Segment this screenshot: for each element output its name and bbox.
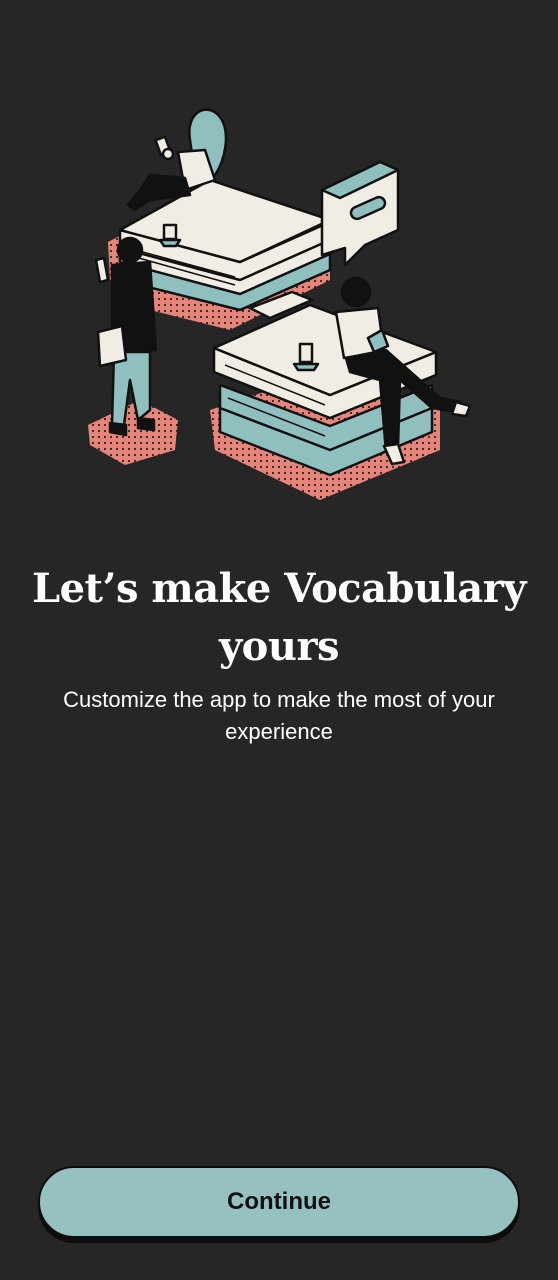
continue-button[interactable]: Continue [38, 1166, 520, 1238]
page-title: Let’s make Vocabulary yours [31, 565, 527, 670]
people-reading-on-books-illustration [88, 108, 472, 500]
onboarding-screen: Let’s make Vocabulary yours Customize th… [0, 0, 558, 1280]
speech-bubble [320, 160, 400, 267]
standing-person [94, 236, 158, 437]
page-subtitle: Customize the app to make the most of yo… [63, 687, 495, 744]
